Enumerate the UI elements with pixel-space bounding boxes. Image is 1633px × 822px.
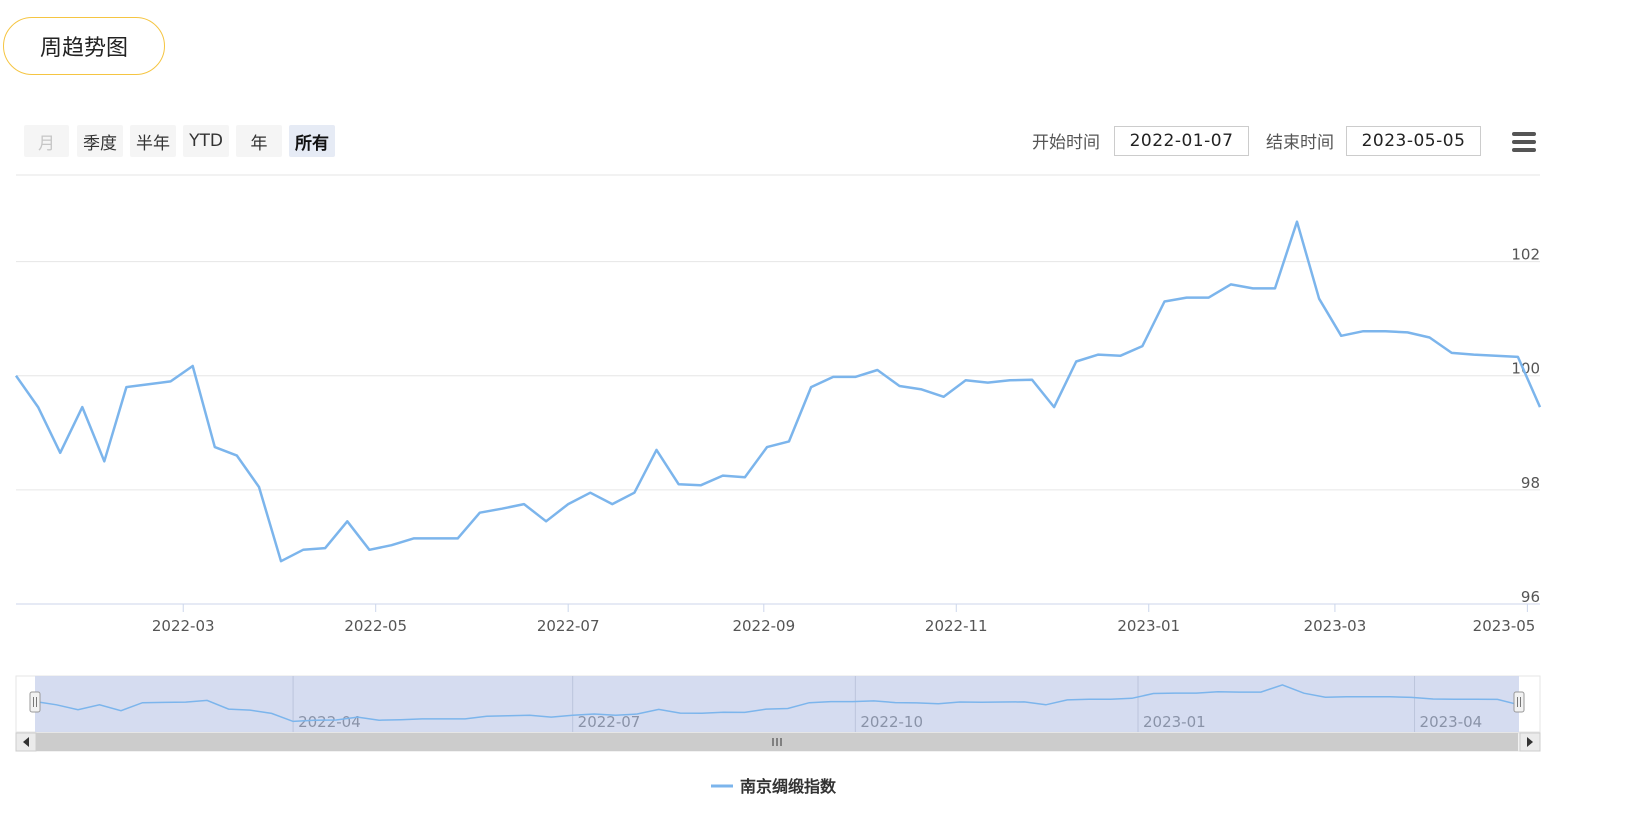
x-tick-label: 2022-11 xyxy=(925,617,988,635)
y-tick-label: 98 xyxy=(1521,474,1540,492)
x-tick-label: 2022-07 xyxy=(537,617,600,635)
navigator-tick-label: 2023-04 xyxy=(1420,713,1483,731)
x-tick-label: 2023-05 xyxy=(1473,617,1536,635)
y-tick-label: 102 xyxy=(1511,246,1540,264)
navigator-handle-left[interactable] xyxy=(29,691,41,713)
x-tick-label: 2022-03 xyxy=(152,617,215,635)
navigator-tick-label: 2022-04 xyxy=(298,713,361,731)
series-line[interactable] xyxy=(14,220,1542,563)
grid-lines xyxy=(16,261,1540,605)
navigator-selection[interactable] xyxy=(35,676,1519,732)
y-axis: 9698100102 xyxy=(1511,246,1540,606)
navigator-tick-label: 2023-01 xyxy=(1143,713,1206,731)
x-axis: 2022-03 2022-05 2022-07 2022-09 2022-11 2023-… xyxy=(152,604,1535,635)
navigator-tick-label: 2022-10 xyxy=(860,713,923,731)
legend[interactable]: 南京绸缎指数 xyxy=(711,777,837,796)
x-tick-label: 2022-05 xyxy=(344,617,407,635)
x-tick-label: 2023-01 xyxy=(1117,617,1180,635)
x-tick-label: 2022-09 xyxy=(732,617,795,635)
navigator[interactable]: 2022-04 2022-07 2022-10 2023-01 2023-04 xyxy=(15,675,1541,752)
x-tick-label: 2023-03 xyxy=(1304,617,1367,635)
line-chart: 9698100102 2022-03 2022-05 2022-07 2022-09 2… xyxy=(14,174,1542,796)
navigator-handle-right[interactable] xyxy=(1513,691,1525,713)
navigator-tick-label: 2022-07 xyxy=(578,713,641,731)
legend-item-label[interactable]: 南京绸缎指数 xyxy=(740,777,837,796)
y-tick-label: 96 xyxy=(1521,588,1540,606)
plot-area xyxy=(14,220,1542,563)
